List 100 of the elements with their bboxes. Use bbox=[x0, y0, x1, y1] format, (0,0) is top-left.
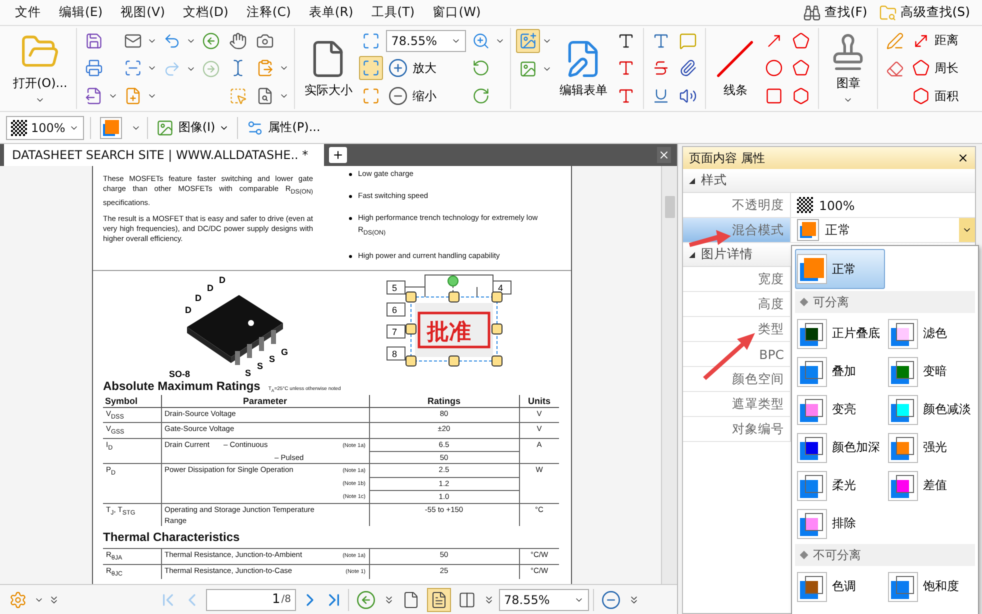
plus-icon bbox=[388, 58, 408, 78]
document-tab[interactable]: DATASHEET SEARCH SITE | WWW.ALLDATASHE.. * bbox=[4, 144, 324, 166]
bullet-icon bbox=[349, 195, 352, 198]
property-row[interactable]: 混合模式 正常 bbox=[683, 218, 975, 243]
opacity-select[interactable]: 100% bbox=[6, 116, 84, 140]
close-icon bbox=[957, 152, 969, 164]
perimeter-icon bbox=[912, 59, 930, 78]
blend-swatch-icon bbox=[888, 318, 918, 348]
rectangle-icon bbox=[765, 87, 784, 106]
menu-item[interactable]: 表单(R) bbox=[300, 4, 362, 21]
bullet-icon bbox=[349, 254, 352, 258]
email-icon bbox=[124, 32, 142, 50]
paste-icon bbox=[256, 59, 274, 78]
page-layout-button[interactable] bbox=[427, 588, 451, 612]
back-icon bbox=[202, 32, 220, 50]
blend-mode-option[interactable]: 差值 bbox=[886, 467, 975, 504]
menu-item[interactable]: 编辑(E) bbox=[50, 4, 112, 21]
menu-item[interactable]: 文件 bbox=[6, 4, 50, 21]
menu-item[interactable]: 窗口(W) bbox=[424, 4, 490, 21]
actual-size-button[interactable]: 实际大小 bbox=[300, 28, 356, 109]
pin-label: D bbox=[185, 304, 192, 314]
menu-item[interactable]: 文档(D) bbox=[174, 4, 238, 21]
blend-mode-option[interactable]: 色调 bbox=[795, 568, 884, 605]
blend-mode-option[interactable]: 强光 bbox=[886, 429, 975, 466]
pin-label: S bbox=[257, 360, 264, 370]
annotation-arrow bbox=[689, 230, 731, 247]
open-button[interactable]: 打开(O)... bbox=[9, 28, 72, 109]
page-number-field[interactable]: 1/8 bbox=[206, 588, 296, 610]
zoom-select[interactable]: 78.55% bbox=[386, 30, 466, 52]
image-menu-button[interactable]: 图像(I) bbox=[154, 118, 232, 138]
properties-button[interactable]: 属性(P)... bbox=[244, 118, 322, 138]
zoom-in-button[interactable]: 放大 bbox=[386, 57, 466, 80]
column-header: Units bbox=[519, 394, 559, 407]
perimeter-button[interactable]: 周长 bbox=[910, 58, 960, 78]
property-value: 正常 bbox=[825, 222, 851, 238]
page-layout-icon bbox=[430, 590, 448, 608]
color-swatch-icon bbox=[100, 116, 122, 138]
pin-number: 8 bbox=[386, 346, 406, 360]
blend-mode-option[interactable]: 柔光 bbox=[795, 467, 884, 504]
blend-swatch-icon bbox=[888, 432, 918, 462]
pin-label: D bbox=[207, 282, 214, 292]
line-icon bbox=[715, 38, 756, 78]
pin-number: 7 bbox=[386, 324, 406, 338]
blend-swatch-icon bbox=[797, 508, 827, 538]
blend-mode-option[interactable]: 变亮 bbox=[795, 391, 884, 428]
image-icon bbox=[156, 118, 174, 136]
blend-mode-option[interactable]: 正常 bbox=[795, 249, 885, 289]
section-title: Absolute Maximum Ratings bbox=[103, 378, 260, 392]
blend-mode-option[interactable]: 饱和度 bbox=[886, 568, 975, 605]
chevrons-icon bbox=[628, 594, 640, 606]
menu-item[interactable]: 注释(C) bbox=[237, 4, 300, 21]
chevrons-icon bbox=[48, 594, 60, 606]
close-button[interactable] bbox=[957, 152, 969, 164]
minus-icon bbox=[601, 590, 621, 610]
select-annotation-icon bbox=[229, 87, 248, 106]
blend-swatch-icon bbox=[888, 470, 918, 500]
attachment-icon bbox=[679, 59, 698, 78]
group-header: 可分离 bbox=[795, 291, 975, 313]
text-field-icon bbox=[617, 32, 636, 50]
image-edit-button[interactable] bbox=[516, 29, 540, 54]
blend-swatch-icon bbox=[888, 356, 918, 386]
close-tab-button[interactable] bbox=[657, 147, 671, 163]
blend-mode-option[interactable]: 正片叠底 bbox=[795, 315, 884, 352]
polygon-icon bbox=[792, 59, 810, 78]
area-button[interactable]: 面积 bbox=[910, 86, 960, 106]
vertical-scrollbar[interactable] bbox=[661, 166, 677, 584]
new-file-icon bbox=[124, 87, 142, 106]
new-tab-button[interactable] bbox=[329, 147, 347, 163]
ellipse-icon bbox=[765, 59, 784, 78]
blend-mode-option[interactable]: 叠加 bbox=[795, 353, 884, 390]
menu-item[interactable]: 工具(T) bbox=[362, 4, 424, 21]
blend-mode-option[interactable]: 颜色减淡 bbox=[886, 391, 975, 428]
rotate-left-icon bbox=[472, 59, 490, 78]
zoom-select[interactable]: 78.55% bbox=[499, 588, 589, 610]
fit-page-button[interactable] bbox=[359, 56, 384, 80]
blend-swatch-icon bbox=[888, 394, 918, 424]
edit-form-button[interactable]: 编辑表单 bbox=[555, 28, 612, 109]
binoculars-icon bbox=[803, 4, 822, 22]
zoom-out-button[interactable]: 缩小 bbox=[386, 85, 466, 108]
blend-swatch-icon bbox=[888, 572, 918, 602]
stamp-button[interactable]: 图章 bbox=[824, 28, 872, 109]
advanced-find-button[interactable]: 高级查找(S) bbox=[873, 4, 976, 22]
close-icon bbox=[658, 149, 670, 161]
typewriter-icon bbox=[617, 59, 636, 78]
find-button[interactable]: 查找(F) bbox=[797, 4, 874, 22]
image-edit-icon bbox=[519, 32, 538, 50]
blend-mode-option[interactable]: 颜色加深 bbox=[795, 429, 884, 466]
property-row[interactable]: 不透明度 100% bbox=[683, 193, 975, 218]
line-button[interactable]: 线条 bbox=[711, 28, 760, 109]
blend-mode-option[interactable]: 滤色 bbox=[886, 315, 975, 352]
menu-item[interactable]: 视图(V) bbox=[112, 4, 174, 21]
hand-icon bbox=[229, 32, 248, 50]
properties-icon bbox=[246, 118, 264, 136]
distance-button[interactable]: 距离 bbox=[910, 30, 960, 51]
blend-mode-option[interactable]: 排除 bbox=[795, 505, 884, 542]
fit-width-icon bbox=[362, 32, 380, 50]
fit-page-icon bbox=[362, 59, 380, 78]
strikeout-icon bbox=[652, 59, 670, 78]
blend-mode-option[interactable]: 变暗 bbox=[886, 353, 975, 390]
forward-icon bbox=[202, 60, 220, 78]
